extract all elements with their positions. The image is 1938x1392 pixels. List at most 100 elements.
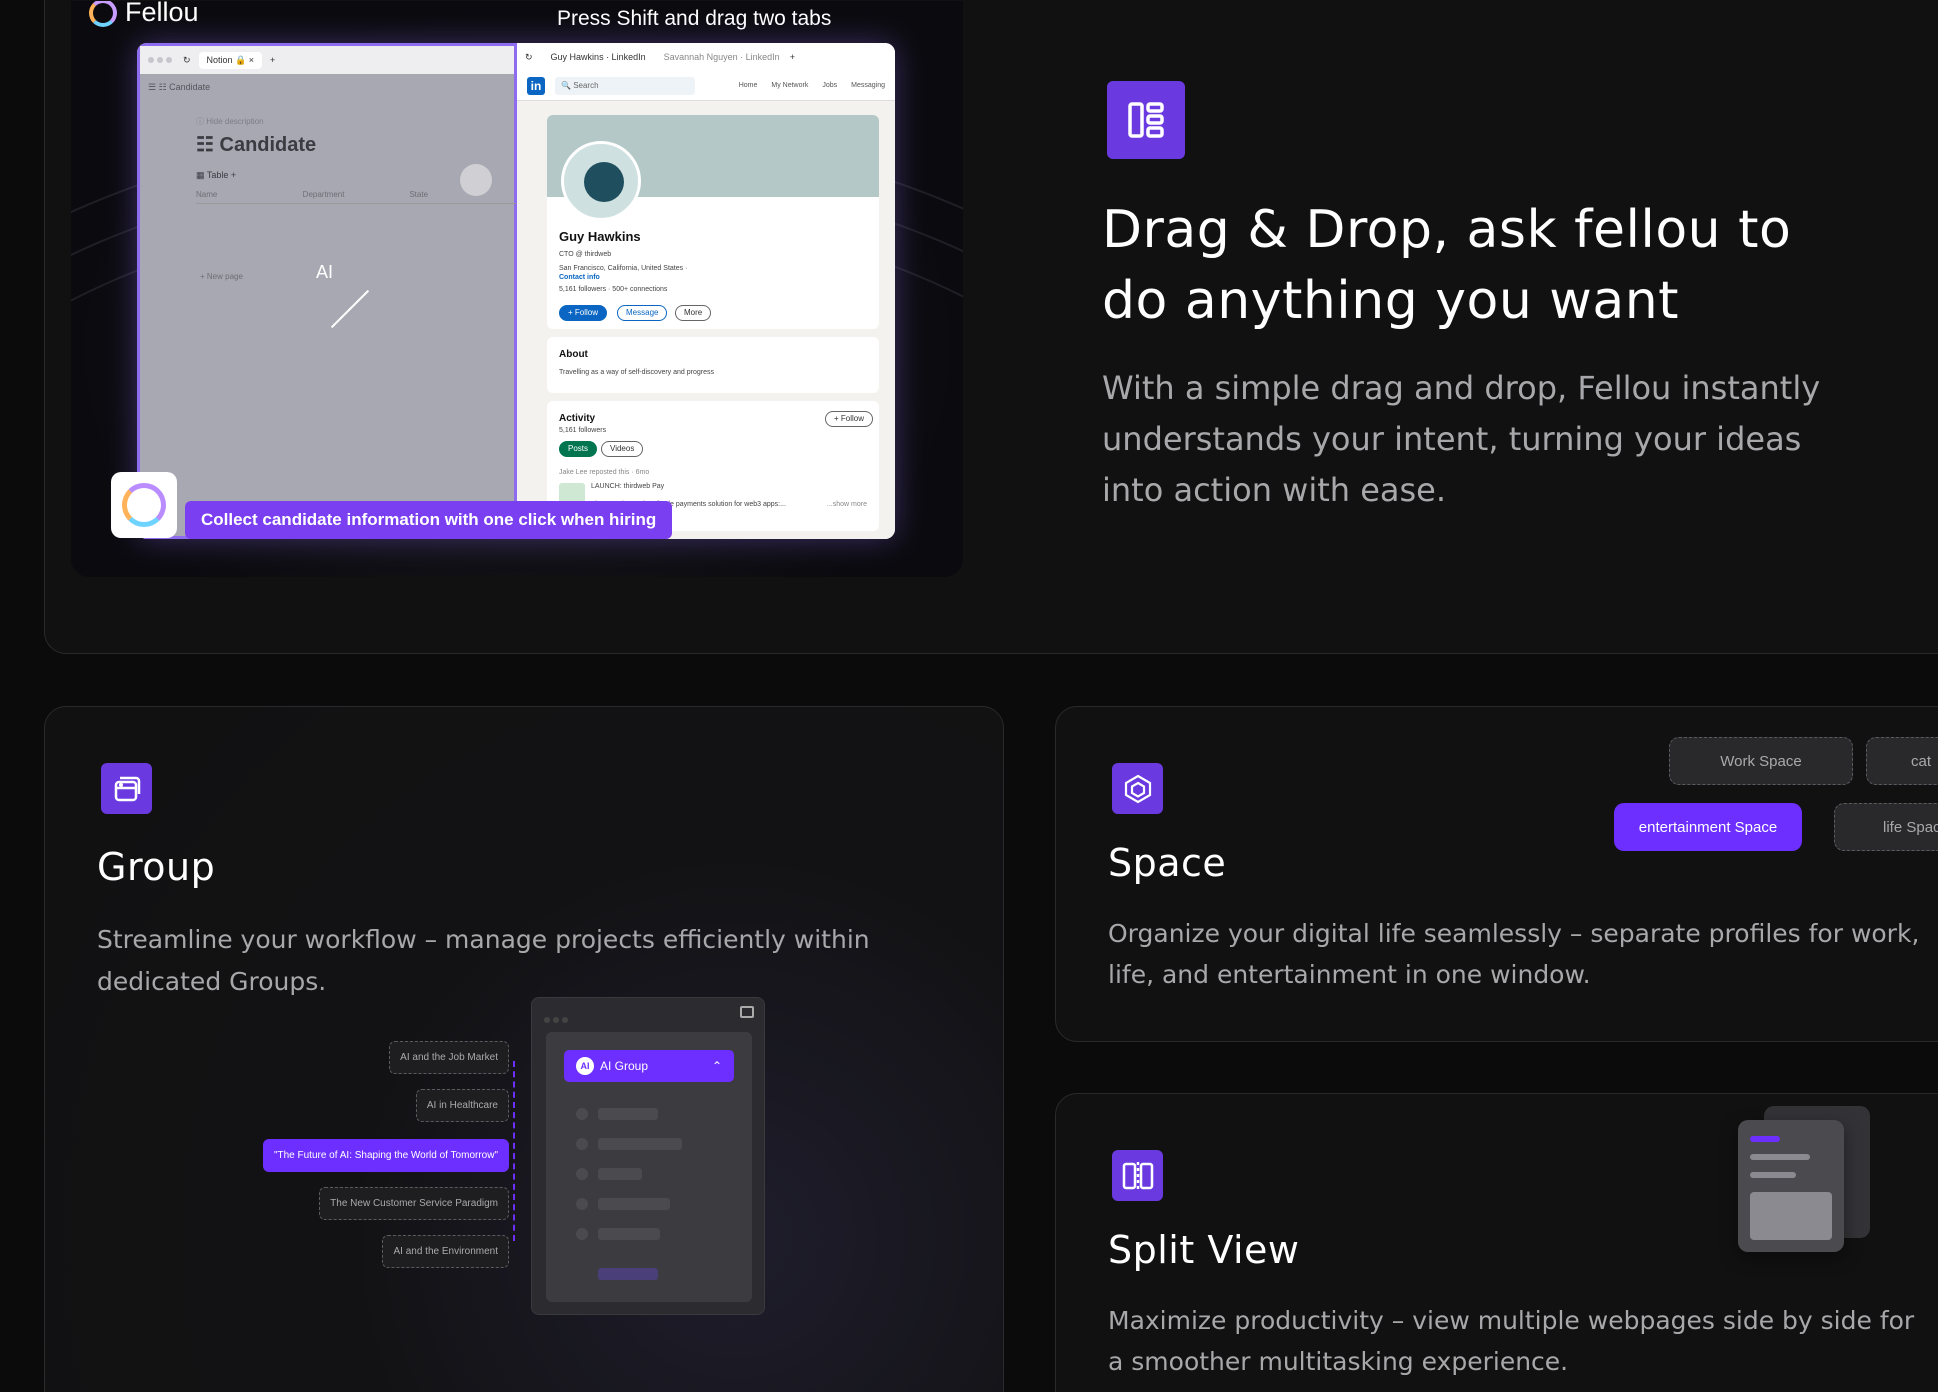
- new-tab-icon[interactable]: +: [790, 52, 795, 62]
- drag-drop-feature-card: Fellou Press Shift and drag two tabs ↻ N…: [44, 0, 1938, 654]
- placeholder-row: [598, 1268, 658, 1280]
- cube-icon: [1112, 763, 1163, 814]
- space-tag-work[interactable]: Work Space: [1669, 737, 1853, 785]
- placeholder-row: [598, 1228, 660, 1240]
- placeholder-dot: [576, 1198, 588, 1210]
- more-button[interactable]: More: [675, 305, 712, 321]
- placeholder-dot: [576, 1138, 588, 1150]
- group-panel: AI AI Group ⌃: [546, 1032, 752, 1302]
- show-more-link[interactable]: ...show more: [827, 501, 867, 508]
- hide-description-label: Hide description: [206, 117, 264, 126]
- column-name: Name: [196, 190, 218, 199]
- preview-accent-bar: [1750, 1136, 1780, 1142]
- linkedin-pane[interactable]: ↻ Guy Hawkins · LinkedIn Savannah Nguyen…: [517, 43, 895, 539]
- notion-tab-bar: ↻ Notion 🔒 × +: [140, 46, 514, 74]
- demo-title: Press Shift and drag two tabs: [557, 7, 832, 30]
- new-page-button[interactable]: + New page: [200, 272, 243, 281]
- fellou-logo: Fellou: [89, 1, 199, 28]
- preview-line: [1750, 1172, 1796, 1178]
- placeholder-row: [598, 1108, 658, 1120]
- drag-drop-title-line1: Drag & Drop, ask fellou to: [1102, 200, 1792, 260]
- group-topic-item-active[interactable]: "The Future of AI: Shaping the World of …: [262, 1139, 509, 1172]
- split-view-description: Maximize productivity – view multiple we…: [1108, 1306, 1915, 1376]
- nav-items: Home My Network Jobs Messaging: [739, 82, 885, 89]
- drag-drop-description: With a simple drag and drop, Fellou inst…: [1102, 369, 1821, 509]
- drag-drop-demo: Fellou Press Shift and drag two tabs ↻ N…: [71, 1, 963, 577]
- ai-group-button[interactable]: AI AI Group ⌃: [564, 1050, 734, 1082]
- sidebar-toggle-icon[interactable]: [740, 1006, 754, 1018]
- group-topic-item[interactable]: The New Customer Service Paradigm: [319, 1187, 509, 1220]
- brand-name: Fellou: [125, 1, 199, 27]
- space-tag-cat[interactable]: cat: [1866, 737, 1938, 785]
- view-tab-label: Table: [206, 170, 229, 180]
- page-title: ☷ Candidate: [196, 134, 317, 156]
- new-tab-icon[interactable]: +: [270, 55, 275, 65]
- split-view-icon: [1112, 1150, 1163, 1201]
- split-preview-front: [1738, 1120, 1844, 1252]
- tab-posts[interactable]: Posts: [559, 441, 598, 457]
- placeholder-row: [598, 1138, 682, 1150]
- search-input[interactable]: 🔍 Search: [555, 76, 695, 95]
- placeholder-row: [598, 1168, 642, 1180]
- placeholder-dot: [576, 1108, 588, 1120]
- split-view-feature-card: Split View Maximize productivity – view …: [1055, 1093, 1938, 1392]
- window-stack-icon: [101, 763, 152, 814]
- space-title: Space: [1108, 841, 1227, 885]
- nav-network[interactable]: My Network: [771, 82, 808, 89]
- tab-videos[interactable]: Videos: [601, 441, 644, 457]
- space-tag-entertainment[interactable]: entertainment Space: [1614, 803, 1802, 851]
- message-button[interactable]: Message: [617, 305, 668, 321]
- profile-location: San Francisco, California, United States…: [559, 265, 688, 272]
- activity-follow-button[interactable]: + Follow: [824, 411, 873, 427]
- reload-icon[interactable]: ↻: [183, 55, 191, 66]
- group-window: AI AI Group ⌃: [531, 997, 765, 1315]
- group-description: Streamline your workflow – manage projec…: [97, 925, 870, 996]
- linkedin-tab-bar: ↻ Guy Hawkins · LinkedIn Savannah Nguyen…: [517, 43, 895, 71]
- page-title-text: Candidate: [219, 134, 317, 156]
- view-tab-table[interactable]: ▦ Table +: [196, 170, 236, 181]
- contact-info-link[interactable]: Contact info: [559, 274, 600, 281]
- magic-wand-icon: [330, 289, 370, 329]
- ai-badge-icon: AI: [576, 1057, 594, 1075]
- profile-connections: 5,161 followers · 500+ connections: [559, 286, 668, 293]
- fellou-ring-icon: [89, 1, 117, 27]
- placeholder-row: [598, 1198, 670, 1210]
- linkedin-nav: in 🔍 Search Home My Network Jobs Messagi…: [517, 71, 895, 101]
- group-topic-item[interactable]: AI and the Job Market: [389, 1041, 509, 1074]
- tab-notion-label: Notion: [206, 54, 233, 65]
- hide-description[interactable]: ⓘ Hide description: [196, 116, 264, 127]
- nav-home[interactable]: Home: [739, 82, 758, 89]
- group-feature-card: Group Streamline your workflow – manage …: [44, 706, 1004, 1392]
- avatar[interactable]: [561, 141, 641, 221]
- placeholder-dot: [576, 1228, 588, 1240]
- window-controls: [544, 1010, 571, 1028]
- placeholder-dot: [576, 1168, 588, 1180]
- search-placeholder: Search: [573, 80, 599, 90]
- nav-jobs[interactable]: Jobs: [822, 82, 837, 89]
- demo-caption: Collect candidate information with one c…: [185, 501, 673, 539]
- column-department: Department: [302, 190, 345, 199]
- activity-title: Activity: [559, 413, 596, 424]
- fellou-app-icon: [111, 472, 177, 538]
- space-tag-life[interactable]: life Spac: [1834, 803, 1938, 851]
- nav-messaging[interactable]: Messaging: [851, 82, 885, 89]
- follow-button[interactable]: + Follow: [559, 305, 608, 321]
- tab-guy-hawkins[interactable]: Guy Hawkins · LinkedIn: [542, 49, 654, 65]
- breadcrumb: ☰ ☷ Candidate: [148, 82, 211, 92]
- tab-notion[interactable]: Notion 🔒 ×: [198, 51, 263, 69]
- split-layout-icon: [1107, 81, 1185, 159]
- reload-icon[interactable]: ↻: [525, 52, 533, 63]
- linkedin-logo[interactable]: in: [527, 76, 545, 95]
- chevron-up-icon: ⌃: [711, 1059, 722, 1073]
- notion-pane[interactable]: ↻ Notion 🔒 × + ☰ ☷ Candidate ⓘ Hide desc…: [137, 43, 517, 539]
- split-view-title: Split View: [1108, 1228, 1300, 1272]
- tab-savannah[interactable]: Savannah Nguyen · LinkedIn: [664, 52, 780, 62]
- column-state: State: [409, 190, 429, 199]
- about-title: About: [559, 349, 588, 360]
- group-topic-item[interactable]: AI and the Environment: [382, 1235, 509, 1268]
- preview-block: [1750, 1192, 1832, 1240]
- group-topic-item[interactable]: AI in Healthcare: [415, 1089, 509, 1122]
- ai-label: AI: [316, 262, 334, 282]
- new-page-label: New page: [206, 272, 243, 281]
- breadcrumb-label: Candidate: [169, 82, 211, 92]
